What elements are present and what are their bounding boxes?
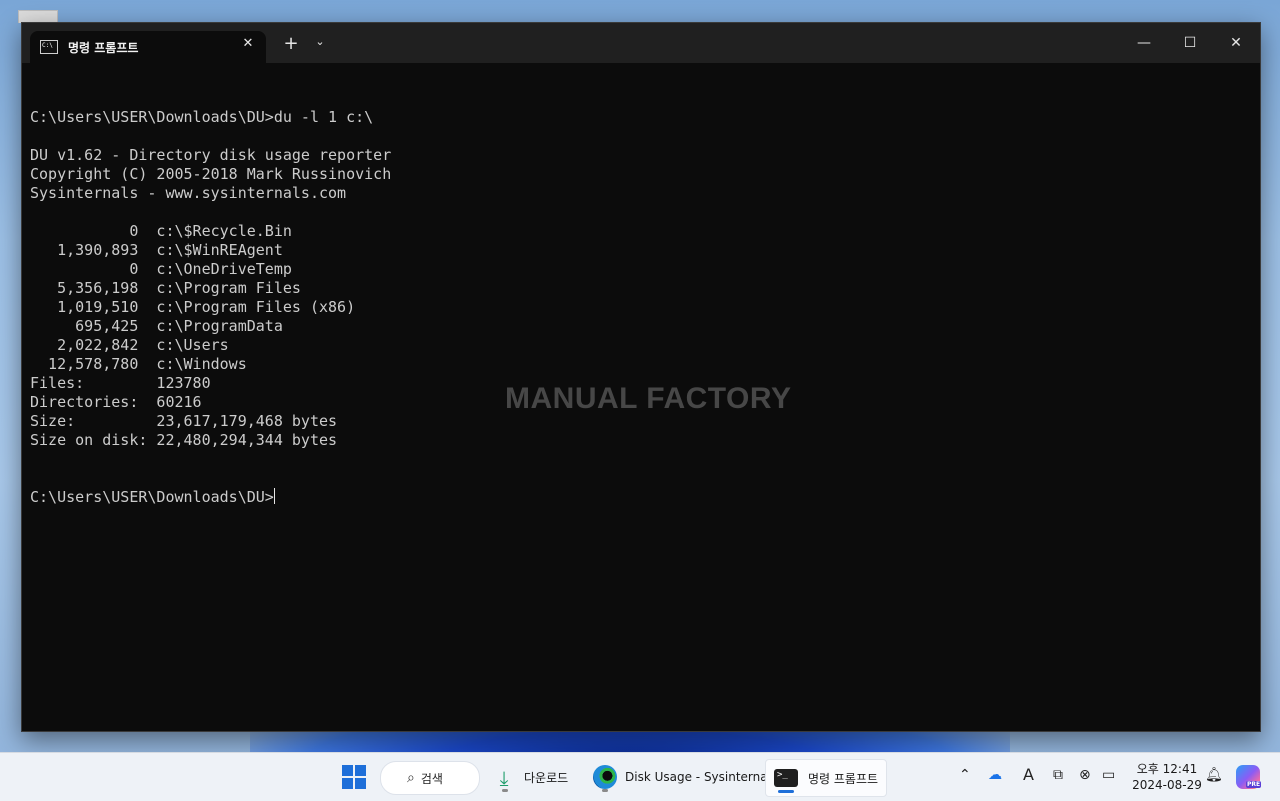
chevron-up-icon[interactable]: ⌃ bbox=[959, 767, 971, 783]
clock[interactable]: 오후 12:41 2024-08-29 bbox=[1132, 761, 1202, 793]
console-line: Size on disk: 22,480,294,344 bytes bbox=[30, 431, 338, 449]
tab-command-prompt[interactable]: 명령 프롬프트 ✕ bbox=[30, 31, 266, 63]
copilot-badge: PRE bbox=[1246, 781, 1262, 788]
tab-dropdown-button[interactable]: ⌄ bbox=[310, 35, 330, 48]
cmd-window-label: 명령 프롬프트 bbox=[808, 771, 879, 786]
close-tab-button[interactable]: ✕ bbox=[238, 36, 258, 51]
start-button[interactable] bbox=[342, 765, 366, 789]
taskbar-command-prompt[interactable]: 명령 프롬프트 bbox=[765, 759, 888, 797]
bell-icon[interactable]: 🔔︎ bbox=[1205, 767, 1223, 783]
console-line: C:\Users\USER\Downloads\DU>du -l 1 c:\ bbox=[30, 108, 374, 126]
console-line: 2,022,842 c:\Users bbox=[30, 336, 229, 354]
title-bar[interactable]: 명령 프롬프트 ✕ + ⌄ — ☐ ✕ bbox=[22, 23, 1260, 63]
search-label: 검색 bbox=[420, 771, 443, 786]
network-mute-icon[interactable]: ⊗ bbox=[1079, 767, 1091, 783]
battery-icon[interactable]: ▭ bbox=[1102, 767, 1115, 783]
onedrive-icon[interactable]: ☁ bbox=[988, 767, 1002, 783]
console-line: 12,578,780 c:\Windows bbox=[30, 355, 247, 373]
maximize-button[interactable]: ☐ bbox=[1168, 29, 1212, 57]
console-line: 0 c:\OneDriveTemp bbox=[30, 260, 292, 278]
text-cursor bbox=[273, 488, 275, 504]
taskbar-edge[interactable]: Disk Usage - Sysinternal bbox=[593, 759, 771, 795]
search-icon: ⌕ bbox=[407, 770, 415, 786]
edge-icon bbox=[593, 765, 617, 789]
console-line: C:\Users\USER\Downloads\DU> bbox=[30, 488, 275, 506]
taskbar-downloads[interactable]: ⤓ 다운로드 bbox=[494, 759, 568, 795]
download-icon: ⤓ bbox=[499, 766, 509, 790]
minimize-button[interactable]: — bbox=[1122, 29, 1166, 57]
ime-icon[interactable]: A bbox=[1023, 765, 1034, 784]
edge-window-label: Disk Usage - Sysinternal bbox=[625, 770, 771, 784]
close-window-button[interactable]: ✕ bbox=[1214, 29, 1258, 57]
clock-date: 2024-08-29 bbox=[1132, 778, 1202, 792]
downloads-label: 다운로드 bbox=[524, 770, 569, 785]
console-line: Sysinternals - www.sysinternals.com bbox=[30, 184, 347, 202]
cmd-icon bbox=[40, 40, 58, 54]
console-line: 695,425 c:\ProgramData bbox=[30, 317, 283, 335]
new-tab-button[interactable]: + bbox=[280, 33, 302, 54]
clock-time: 오후 12:41 bbox=[1136, 762, 1198, 776]
watermark: MANUAL FACTORY bbox=[505, 382, 792, 415]
search-box[interactable]: ⌕ 검색 bbox=[380, 761, 480, 795]
tab-title: 명령 프롬프트 bbox=[68, 40, 139, 55]
console-line: 5,356,198 c:\Program Files bbox=[30, 279, 301, 297]
display-icon[interactable]: ⧉ bbox=[1053, 767, 1063, 783]
console-line: 1,019,510 c:\Program Files (x86) bbox=[30, 298, 356, 316]
terminal-icon bbox=[774, 769, 798, 787]
start-icon bbox=[342, 765, 353, 776]
taskbar: ⌕ 검색 ⤓ 다운로드 Disk Usage - Sysinternal 명령 … bbox=[0, 752, 1280, 801]
console-line: Copyright (C) 2005-2018 Mark Russinovich bbox=[30, 165, 392, 183]
console-line: 1,390,893 c:\$WinREAgent bbox=[30, 241, 283, 259]
console-line: 0 c:\$Recycle.Bin bbox=[30, 222, 292, 240]
command-prompt-window: 명령 프롬프트 ✕ + ⌄ — ☐ ✕ C:\Users\USER\Downlo… bbox=[21, 22, 1261, 732]
console-line: DU v1.62 - Directory disk usage reporter bbox=[30, 146, 392, 164]
